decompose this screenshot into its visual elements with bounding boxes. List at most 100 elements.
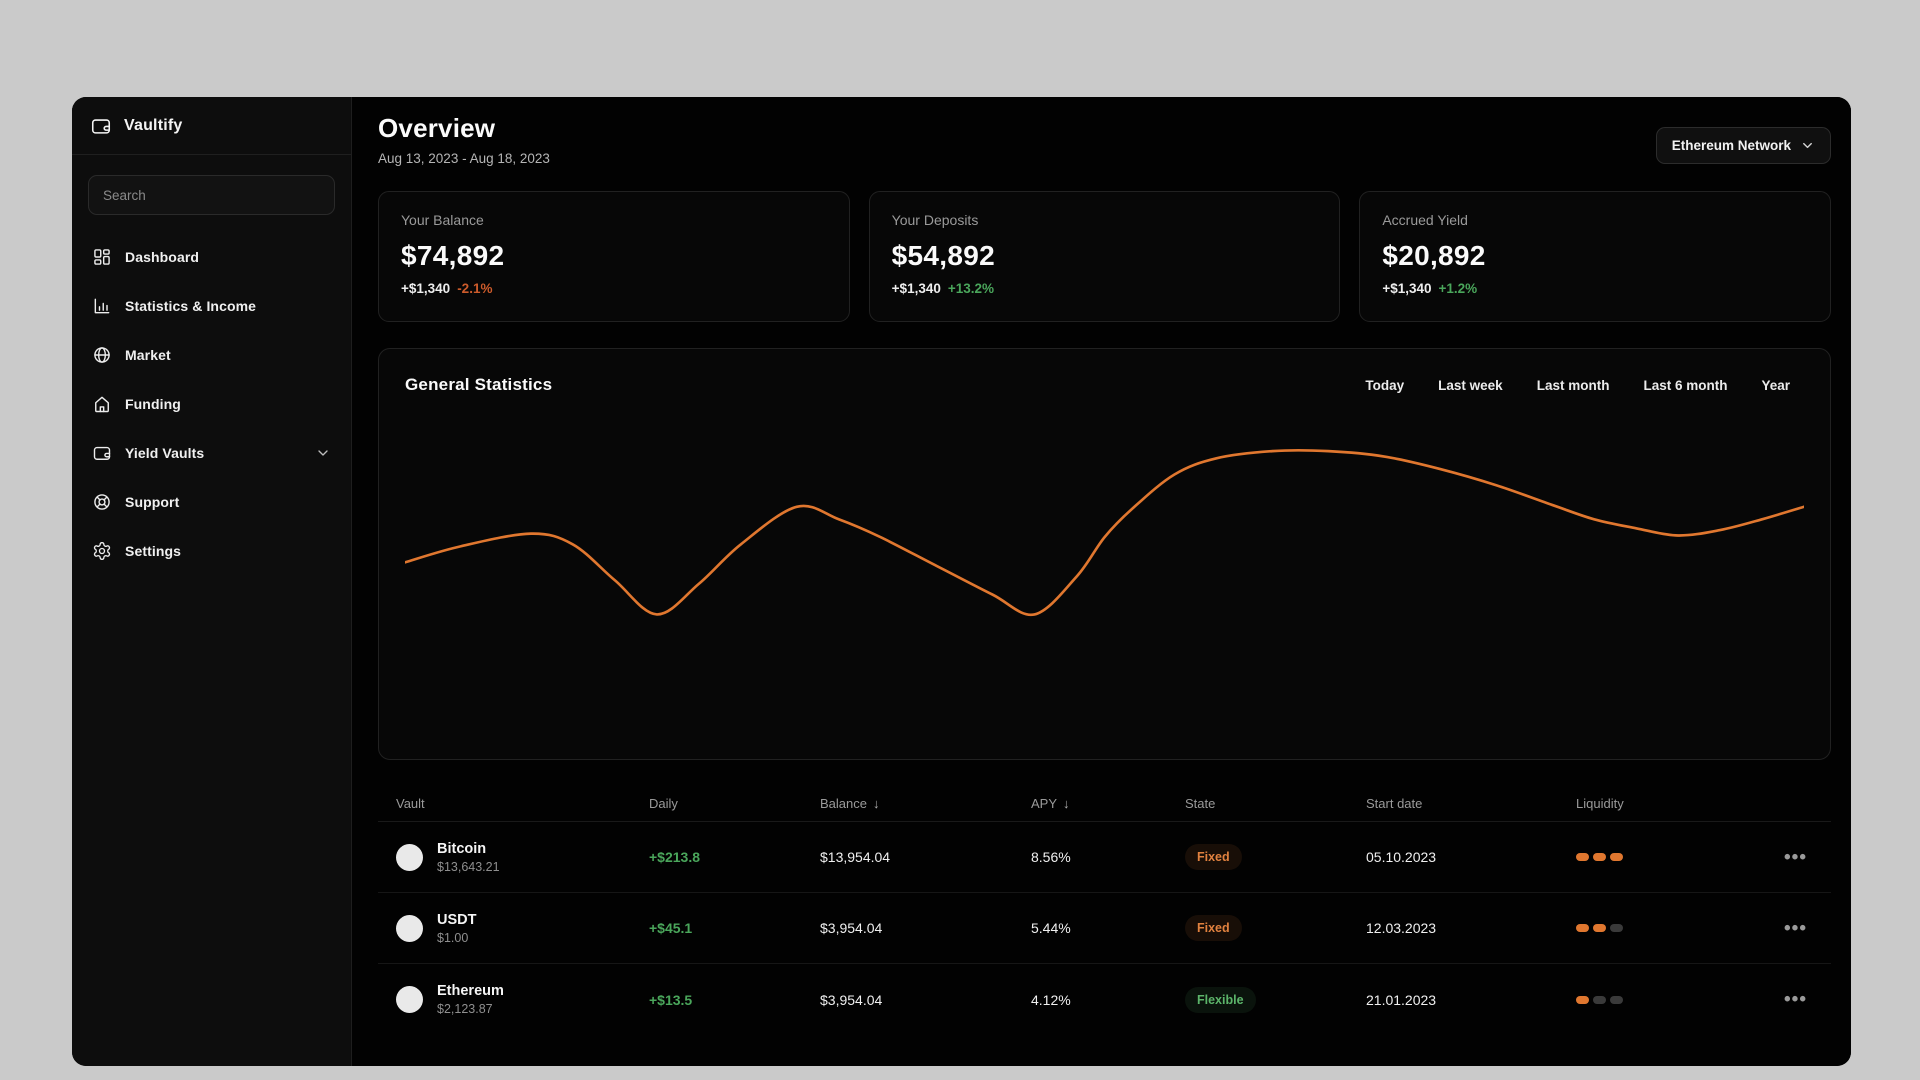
line-chart-svg [405,448,1804,617]
network-selector-button[interactable]: Ethereum Network [1655,127,1831,164]
daily-value: +$13.5 [649,991,693,1008]
general-statistics-panel: General Statistics Today Last week Last mo… [378,348,1831,760]
row-actions-button[interactable]: ••• [1778,917,1813,940]
liquidity-dash [1610,853,1623,861]
sidebar: Vaultify Dashboard Statistics & Income M… [72,97,352,1066]
chevron-down-icon [315,445,331,461]
time-filter-last-month[interactable]: Last month [1537,378,1610,393]
change-amount: +$1,340 [1382,281,1432,296]
lifebuoy-icon [92,492,112,512]
main-content: Overview Aug 13, 2023 - Aug 18, 2023 Eth… [352,97,1851,1066]
liquidity-dash [1576,995,1589,1004]
time-filter-last-week[interactable]: Last week [1438,378,1503,393]
wallet-logo-icon [90,115,112,137]
sidebar-item-label: Yield Vaults [125,444,205,461]
start-date-value: 12.03.2023 [1366,920,1437,936]
dashboard-icon [92,247,112,267]
state-badge: Flexible [1185,986,1256,1013]
column-header-state: State [1185,796,1216,811]
column-header-liquidity: Liquidity [1576,796,1624,811]
chart-line-series [405,448,1804,617]
stat-card: Your Deposits $54,892 +$1,340 +13.2% [868,191,1341,322]
sort-descending-icon: ↓ [1063,796,1070,811]
globe-icon [92,345,112,365]
coin-icon [396,986,423,1013]
sidebar-item-label: Settings [125,542,182,559]
liquidity-dash [1576,924,1589,932]
sidebar-item-yield-vaults[interactable]: Yield Vaults [84,431,339,474]
vault-price: $1.00 [437,930,469,945]
liquidity-dash [1610,995,1623,1004]
sidebar-item-label: Support [125,493,180,510]
change-percent: -2.1% [457,281,493,296]
network-selector-label: Ethereum Network [1671,138,1791,153]
change-percent: +13.2% [947,281,995,296]
liquidity-dash [1610,924,1623,932]
sidebar-item-statistics-income[interactable]: Statistics & Income [84,284,339,327]
time-filter-group: Today Last week Last month Last 6 month Year [1365,378,1804,393]
table-body: Bitcoin $13,643.21 +$213.8 $13,954.04 8.… [378,822,1831,1035]
apy-value: 8.56% [1031,849,1071,865]
liquidity-indicator [1576,995,1736,1004]
vault-price: $2,123.87 [437,1002,493,1016]
vaults-table: Vault Daily Balance ↓ APY ↓ State Start date Liq… [378,786,1831,1035]
liquidity-indicator [1576,924,1736,932]
time-filter-year[interactable]: Year [1761,378,1790,393]
sidebar-item-market[interactable]: Market [84,333,339,376]
sidebar-item-settings[interactable]: Settings [84,529,339,572]
bar-chart-icon [92,296,112,316]
liquidity-dash [1576,853,1589,861]
stat-card: Accrued Yield $20,892 +$1,340 +1.2% [1359,191,1832,322]
wallet-icon [92,443,112,463]
vault-name: USDT [437,911,477,928]
liquidity-indicator [1576,853,1736,861]
state-badge: Fixed [1185,844,1242,870]
liquidity-dash [1593,853,1606,861]
sidebar-item-dashboard[interactable]: Dashboard [84,235,339,278]
time-filter-today[interactable]: Today [1365,378,1404,393]
coin-icon [396,843,423,871]
daily-value: +$45.1 [649,920,693,936]
coin-icon [396,914,423,942]
apy-value: 5.44% [1031,920,1071,936]
liquidity-dash [1593,995,1606,1004]
change-amount: +$1,340 [401,281,451,296]
balance-value: $3,954.04 [820,991,883,1008]
apy-value: 4.12% [1031,991,1071,1008]
daily-value: +$213.8 [649,849,700,865]
row-actions-button[interactable]: ••• [1778,988,1813,1011]
stat-card-value: $54,892 [891,240,995,271]
column-header-apy[interactable]: APY ↓ [1031,796,1185,811]
row-actions-button[interactable]: ••• [1778,846,1813,869]
sidebar-item-funding[interactable]: Funding [84,382,339,425]
stat-card-label: Your Balance [401,212,484,228]
stat-card-label: Accrued Yield [1382,212,1468,228]
table-row[interactable]: Bitcoin $13,643.21 +$213.8 $13,954.04 8.… [378,822,1831,893]
table-row[interactable]: Ethereum $2,123.87 +$13.5 $3,954.04 4.12… [378,964,1831,1035]
sidebar-item-label: Statistics & Income [125,297,257,314]
column-header-start-date: Start date [1366,796,1423,811]
stat-card-value: $74,892 [401,240,505,271]
liquidity-dash [1593,924,1606,932]
stat-card: Your Balance $74,892 +$1,340 -2.1% [378,191,850,322]
sidebar-item-support[interactable]: Support [84,480,339,523]
stat-cards-row: Your Balance $74,892 +$1,340 -2.1% Your … [378,191,1832,322]
state-badge: Fixed [1185,915,1242,941]
time-filter-last-6-month[interactable]: Last 6 month [1643,378,1727,393]
search-input[interactable] [88,175,335,215]
stat-card-value: $20,892 [1382,240,1486,271]
vault-name: Ethereum [437,983,504,999]
panel-title: General Statistics [405,375,553,394]
change-percent: +1.2% [1438,281,1478,296]
vault-price: $13,643.21 [437,859,500,874]
stat-card-change: +$1,340 -2.1% [401,281,827,296]
column-header-daily: Daily [649,796,678,811]
app-window: Vaultify Dashboard Statistics & Income M… [72,97,1851,1066]
change-amount: +$1,340 [891,281,941,296]
gear-icon [92,541,112,561]
column-header-balance[interactable]: Balance ↓ [820,796,1031,811]
table-row[interactable]: USDT $1.00 +$45.1 $3,954.04 5.44% Fixed … [378,893,1831,964]
table-header-row: Vault Daily Balance ↓ APY ↓ State Start date Liq… [378,786,1831,822]
column-header-vault: Vault [396,796,425,811]
sidebar-nav: Dashboard Statistics & Income Market Fun… [72,229,351,578]
